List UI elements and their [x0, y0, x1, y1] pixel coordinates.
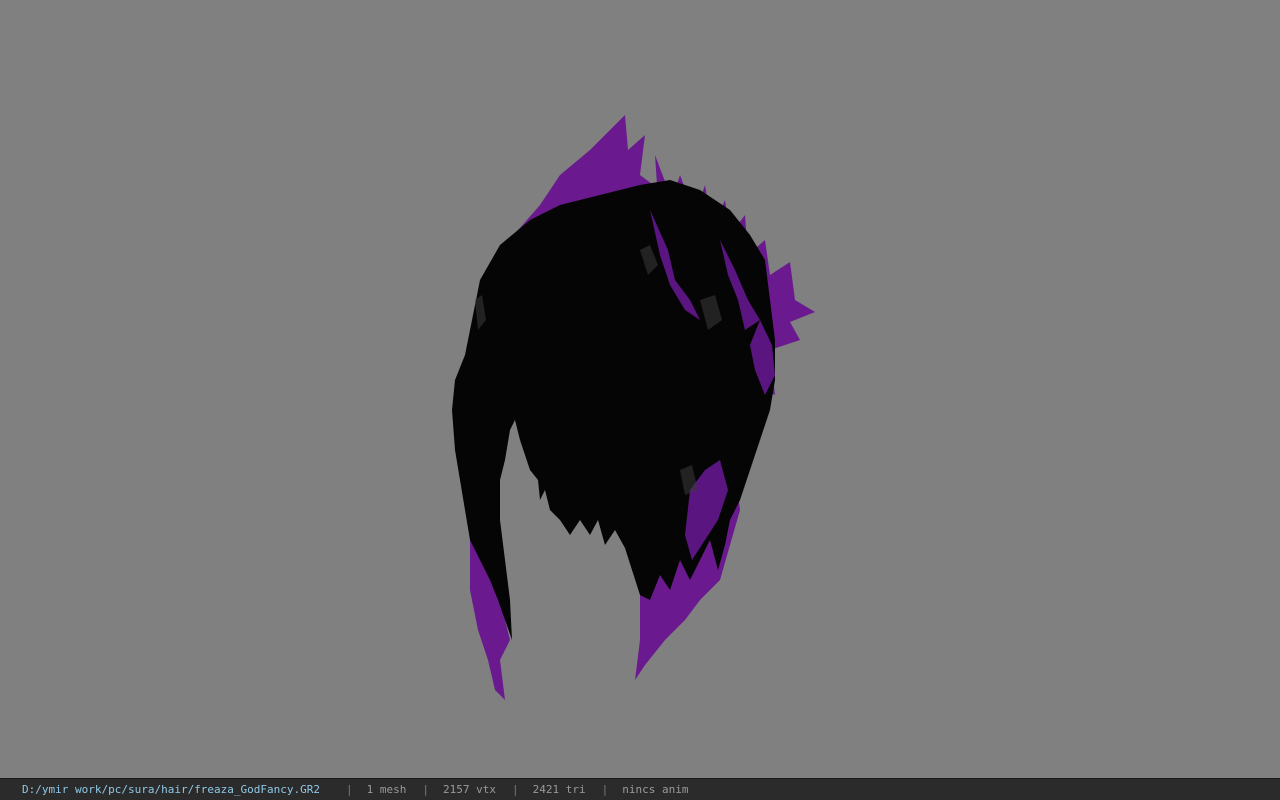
triangle-count-text: 2421 tri: [532, 783, 586, 796]
vertex-count-text: 2157 vtx: [443, 783, 496, 796]
status-separator: |: [512, 783, 519, 796]
file-path-text: D:/ymir work/pc/sura/hair/freaza_GodFanc…: [22, 783, 321, 796]
status-separator: |: [422, 783, 430, 796]
mesh-count-text: 1 mesh: [366, 783, 407, 796]
status-separator: |: [601, 783, 609, 796]
status-bar: D:/ymir work/pc/sura/hair/freaza_GodFanc…: [0, 778, 1280, 800]
status-separator: |: [346, 783, 353, 796]
animation-status-text: nincs anim: [622, 783, 689, 796]
black-hair-mass: [452, 180, 775, 640]
3d-viewport[interactable]: [0, 0, 1280, 778]
hair-model-render[interactable]: [0, 0, 1280, 778]
